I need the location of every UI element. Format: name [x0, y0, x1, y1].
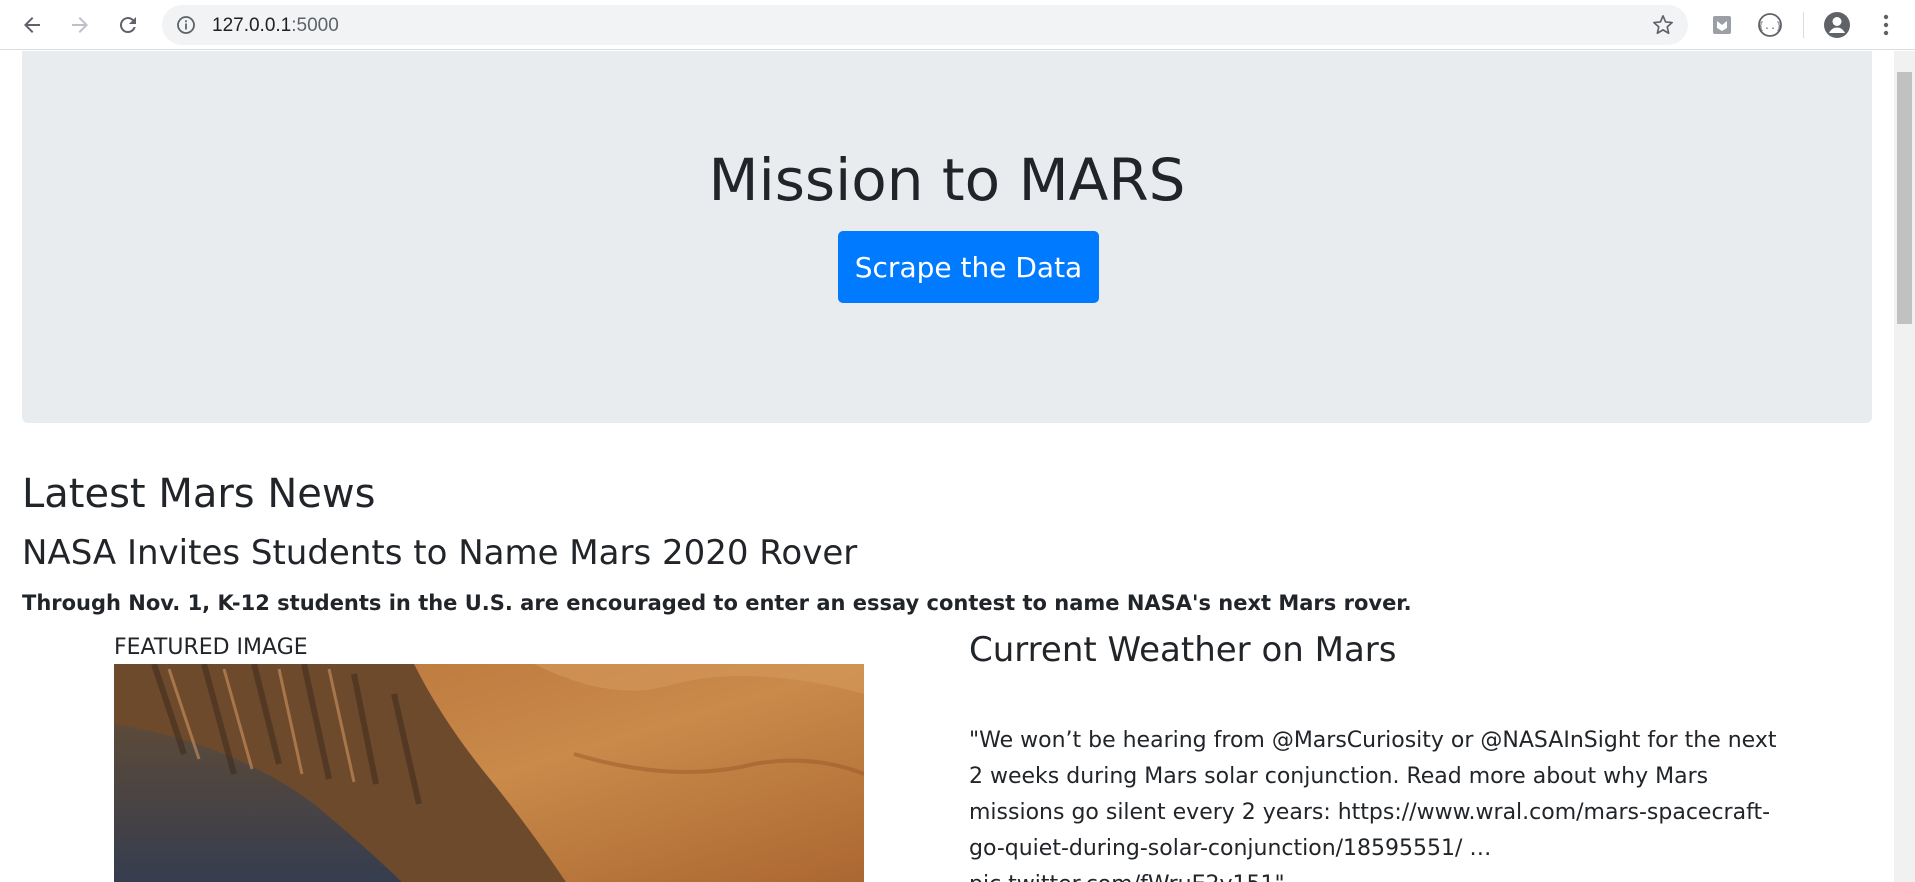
extension-shield-icon: [1713, 16, 1731, 34]
scrollbar-thumb[interactable]: [1897, 72, 1912, 324]
forward-arrow-icon: [72, 17, 88, 33]
weather-text: "We won’t be hearing from @MarsCuriosity…: [969, 728, 1777, 882]
toolbar-separator: [1803, 12, 1804, 38]
featured-mars-image: [114, 664, 864, 882]
svg-text:{..}: {..}: [1758, 21, 1782, 32]
address-bar[interactable]: 127.0.0.1:5000: [162, 5, 1688, 45]
url-port: :5000: [291, 15, 339, 36]
profile-button[interactable]: [1821, 9, 1853, 41]
back-arrow-icon: [24, 17, 40, 33]
news-paragraph: Through Nov. 1, K-12 students in the U.S…: [22, 591, 1412, 615]
extension-shield-button[interactable]: [1706, 9, 1738, 41]
url-host: 127.0.0.1: [212, 15, 292, 36]
reload-icon: [119, 17, 136, 34]
bookmark-star-icon[interactable]: [1652, 14, 1674, 40]
featured-image-label: FEATURED IMAGE: [114, 635, 308, 660]
extension-braces-button[interactable]: {..}: [1754, 9, 1786, 41]
news-heading: Latest Mars News: [22, 471, 376, 517]
scrape-button[interactable]: Scrape the Data: [838, 231, 1099, 303]
back-button[interactable]: [16, 9, 48, 41]
kebab-menu-icon: [1883, 14, 1889, 36]
extension-braces-icon: {..}: [1758, 13, 1782, 37]
reload-button[interactable]: [112, 9, 144, 41]
news-title: NASA Invites Students to Name Mars 2020 …: [22, 533, 858, 573]
page-title: Mission to MARS: [708, 146, 1186, 214]
profile-icon: [1824, 12, 1850, 38]
forward-button[interactable]: [64, 9, 96, 41]
page-viewport: Mission to MARS Scrape the Data Latest M…: [0, 51, 1894, 882]
browser-menu-button[interactable]: [1870, 9, 1902, 41]
jumbotron: Mission to MARS Scrape the Data: [22, 51, 1872, 423]
url-text[interactable]: 127.0.0.1:5000: [212, 15, 339, 37]
info-icon[interactable]: [176, 15, 196, 39]
weather-heading: Current Weather on Mars: [969, 630, 1397, 670]
browser-toolbar: 127.0.0.1:5000 {..}: [0, 0, 1915, 50]
